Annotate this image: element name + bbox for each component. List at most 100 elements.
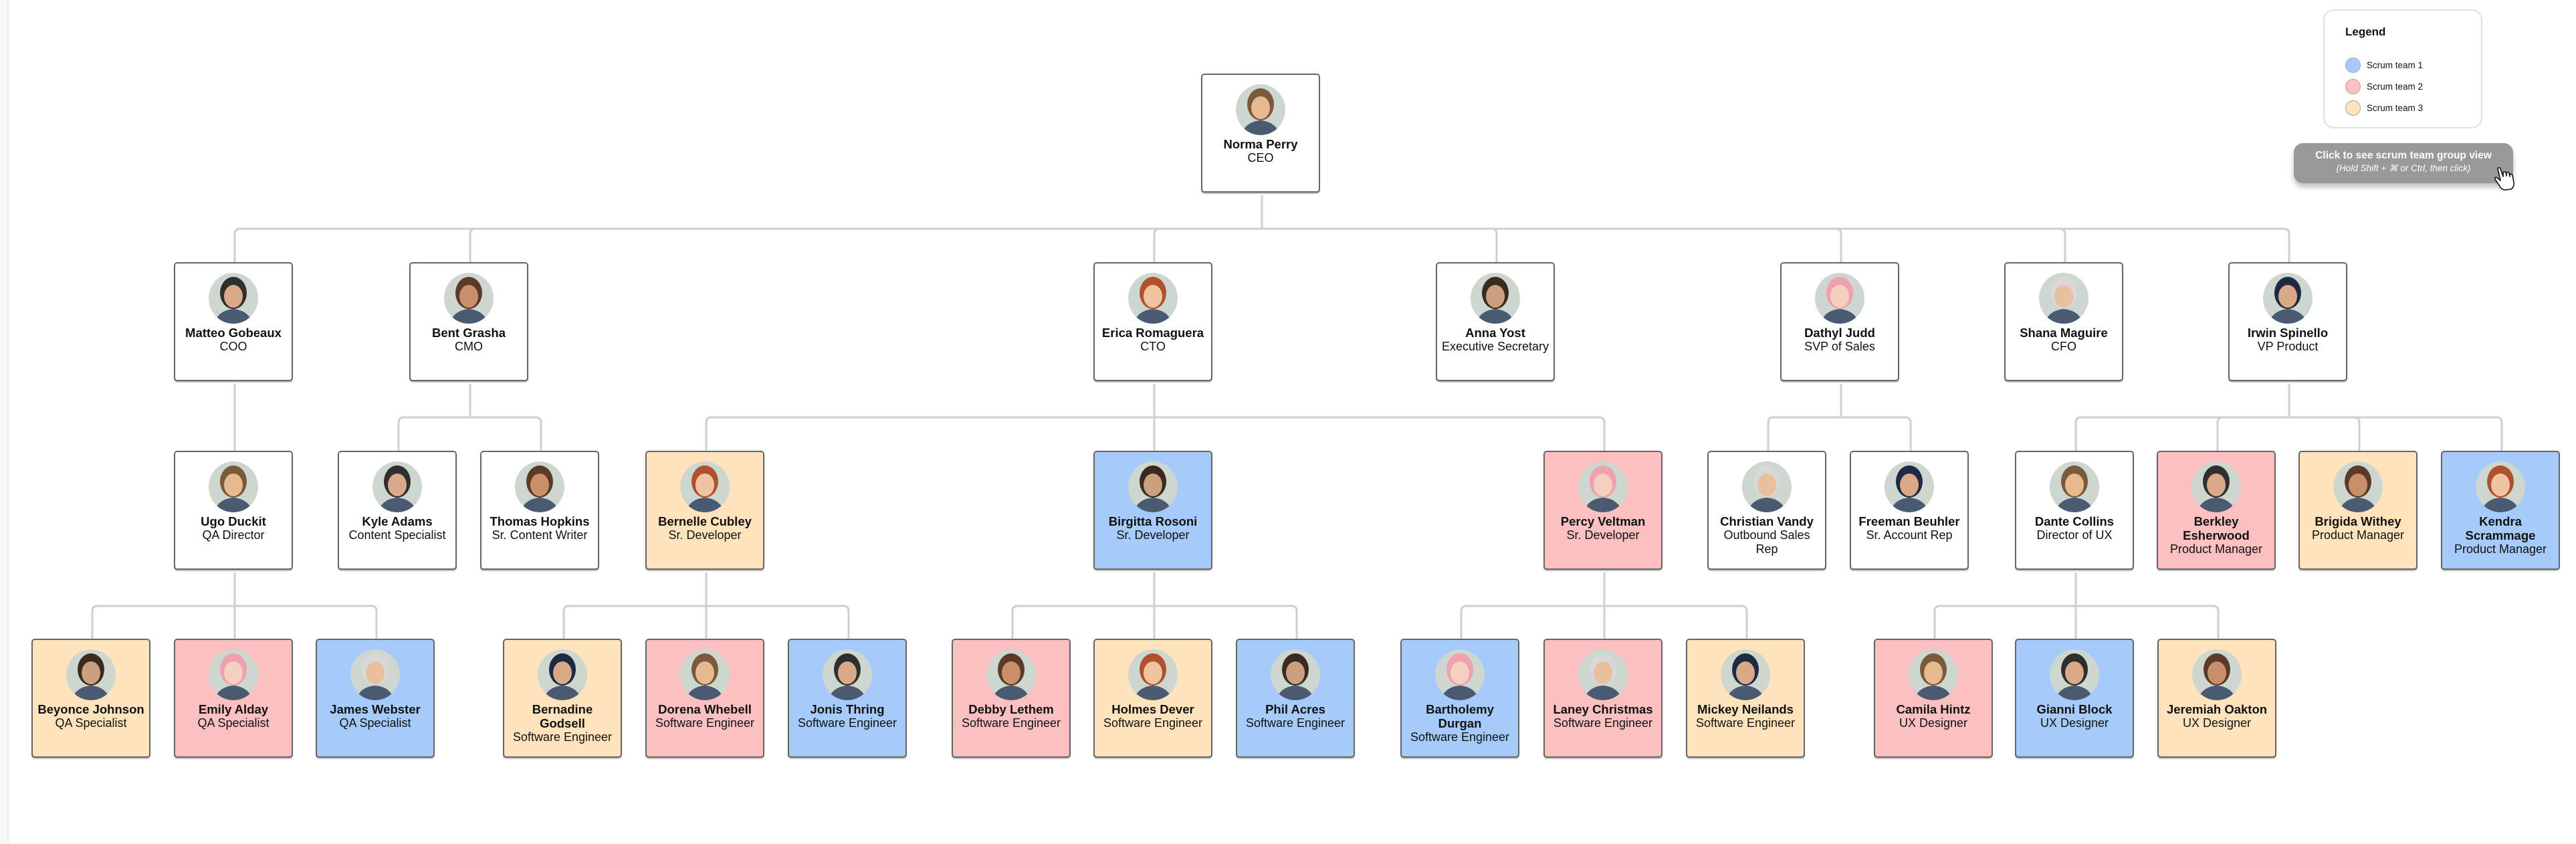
person-card-bent[interactable]: Bent Grasha CMO — [409, 262, 528, 381]
person-name: Erica Romaguera — [1101, 326, 1204, 340]
person-role: Product Manager — [2169, 542, 2263, 556]
person-card-kendra[interactable]: Kendra Scrammage Product Manager — [2441, 451, 2560, 570]
person-card-bartholemy[interactable]: Bartholemy Durgan Software Engineer — [1400, 639, 1519, 758]
person-card-freeman[interactable]: Freeman Beuhler Sr. Account Rep — [1850, 451, 1969, 570]
person-name: Beyonce Johnson — [37, 702, 144, 716]
person-card-mickey[interactable]: Mickey Neilands Software Engineer — [1686, 639, 1805, 758]
person-role: Sr. Developer — [1566, 528, 1640, 542]
person-card-laney[interactable]: Laney Christmas Software Engineer — [1543, 639, 1662, 758]
person-role: Software Engineer — [961, 716, 1061, 730]
scrum-team-view-button[interactable]: Click to see scrum team group view (Hold… — [2294, 143, 2513, 183]
avatar — [1578, 461, 1628, 512]
person-card-jeremiah[interactable]: Jeremiah Oakton UX Designer — [2157, 639, 2276, 758]
legend: Legend Scrum team 1 Scrum team 2 Scrum t… — [2323, 9, 2482, 128]
person-name: Laney Christmas — [1553, 702, 1653, 716]
person-role: UX Designer — [2040, 716, 2109, 730]
legend-label: Scrum team 1 — [2367, 60, 2424, 70]
person-card-norma[interactable]: Norma Perry CEO — [1201, 74, 1320, 193]
avatar — [1885, 461, 1934, 512]
person-card-debby[interactable]: Debby Lethem Software Engineer — [952, 639, 1071, 758]
person-card-ugo[interactable]: Ugo Duckit QA Director — [174, 451, 293, 570]
person-name: Bernadine Godsell — [532, 702, 593, 730]
avatar — [2039, 273, 2088, 324]
person-card-percy[interactable]: Percy Veltman Sr. Developer — [1543, 451, 1662, 570]
connector-dante — [1933, 572, 2220, 639]
person-role: Sr. Developer — [668, 528, 742, 542]
person-role: COO — [219, 340, 247, 353]
person-role: QA Director — [202, 528, 265, 542]
connector-erica — [705, 384, 1606, 451]
person-name: Dathyl Judd — [1804, 326, 1875, 340]
person-card-anna[interactable]: Anna Yost Executive Secretary — [1436, 262, 1555, 381]
avatar — [1471, 273, 1520, 324]
person-card-matteo[interactable]: Matteo Gobeaux COO — [174, 262, 293, 381]
legend-swatch-icon — [2345, 57, 2361, 73]
person-card-james[interactable]: James Webster QA Specialist — [316, 639, 435, 758]
person-name: Kyle Adams — [362, 514, 433, 528]
person-card-thomas[interactable]: Thomas Hopkins Sr. Content Writer — [480, 451, 599, 570]
person-card-birgitta[interactable]: Birgitta Rosoni Sr. Developer — [1093, 451, 1212, 570]
person-role: Outbound Sales Rep — [1723, 528, 1810, 556]
person-card-phil[interactable]: Phil Acres Software Engineer — [1236, 639, 1355, 758]
person-name: Jonis Thring — [810, 702, 885, 716]
person-role: Sr. Account Rep — [1866, 528, 1953, 542]
connector-percy — [1460, 572, 1748, 639]
connector-norma — [233, 195, 2290, 262]
cta-title: Click to see scrum team group view — [2315, 150, 2492, 161]
person-name: Birgitta Rosoni — [1108, 514, 1198, 528]
person-card-christian[interactable]: Christian Vandy Outbound Sales Rep — [1707, 451, 1826, 570]
person-role: Software Engineer — [1103, 716, 1203, 730]
person-name: Anna Yost — [1465, 326, 1525, 340]
person-card-erica[interactable]: Erica Romaguera CTO — [1093, 262, 1212, 381]
avatar — [2192, 649, 2242, 700]
avatar — [66, 649, 116, 700]
person-card-emily[interactable]: Emily Alday QA Specialist — [174, 639, 293, 758]
person-card-dathyl[interactable]: Dathyl Judd SVP of Sales — [1780, 262, 1899, 381]
person-name: Berkley Esherwood — [2183, 514, 2250, 542]
person-name: Holmes Dever — [1111, 702, 1194, 716]
person-name: Matteo Gobeaux — [185, 326, 282, 340]
avatar — [372, 461, 422, 512]
avatar — [209, 461, 258, 512]
person-card-shana[interactable]: Shana Maguire CFO — [2004, 262, 2123, 381]
person-role: Product Manager — [2311, 528, 2405, 542]
person-card-camila[interactable]: Camila Hintz UX Designer — [1874, 639, 1993, 758]
connector-ugo — [91, 572, 378, 639]
person-name: Debby Lethem — [968, 702, 1054, 716]
person-card-gianni[interactable]: Gianni Block UX Designer — [2015, 639, 2134, 758]
person-name: Bernelle Cubley — [658, 514, 752, 528]
avatar — [823, 649, 872, 700]
person-card-brigida[interactable]: Brigida Withey Product Manager — [2298, 451, 2418, 570]
avatar — [1815, 273, 1864, 324]
avatar — [1271, 649, 1320, 700]
person-name: Ugo Duckit — [201, 514, 266, 528]
person-name: Bent Grasha — [431, 326, 506, 340]
person-card-beyonce[interactable]: Beyonce Johnson QA Specialist — [31, 639, 150, 758]
person-name: Percy Veltman — [1560, 514, 1646, 528]
person-role: Sr. Content Writer — [492, 528, 588, 542]
person-name: Mickey Neilands — [1697, 702, 1794, 716]
person-name: Gianni Block — [2036, 702, 2113, 716]
person-role: CMO — [455, 340, 483, 353]
person-card-holmes[interactable]: Holmes Dever Software Engineer — [1093, 639, 1212, 758]
avatar — [1128, 461, 1178, 512]
person-card-dante[interactable]: Dante Collins Director of UX — [2015, 451, 2134, 570]
pointer-hand-icon — [2494, 167, 2514, 191]
avatar — [515, 461, 564, 512]
person-card-berkley[interactable]: Berkley Esherwood Product Manager — [2157, 451, 2276, 570]
person-name: Dorena Whebell — [658, 702, 752, 716]
person-name: Freeman Beuhler — [1858, 514, 1960, 528]
person-role: Software Engineer — [512, 730, 613, 744]
person-role: Sr. Developer — [1116, 528, 1190, 542]
legend-swatch-icon — [2345, 78, 2361, 94]
person-card-bernadine[interactable]: Bernadine Godsell Software Engineer — [503, 639, 622, 758]
person-role: Executive Secretary — [1441, 340, 1549, 353]
person-card-dorena[interactable]: Dorena Whebell Software Engineer — [645, 639, 764, 758]
person-role: Product Manager — [2454, 542, 2547, 556]
person-card-irwin[interactable]: Irwin Spinello VP Product — [2228, 262, 2347, 381]
person-card-kyle[interactable]: Kyle Adams Content Specialist — [338, 451, 457, 570]
avatar — [209, 273, 258, 324]
person-card-bernelle[interactable]: Bernelle Cubley Sr. Developer — [645, 451, 764, 570]
avatar — [1128, 649, 1178, 700]
person-card-jonis[interactable]: Jonis Thring Software Engineer — [788, 639, 907, 758]
